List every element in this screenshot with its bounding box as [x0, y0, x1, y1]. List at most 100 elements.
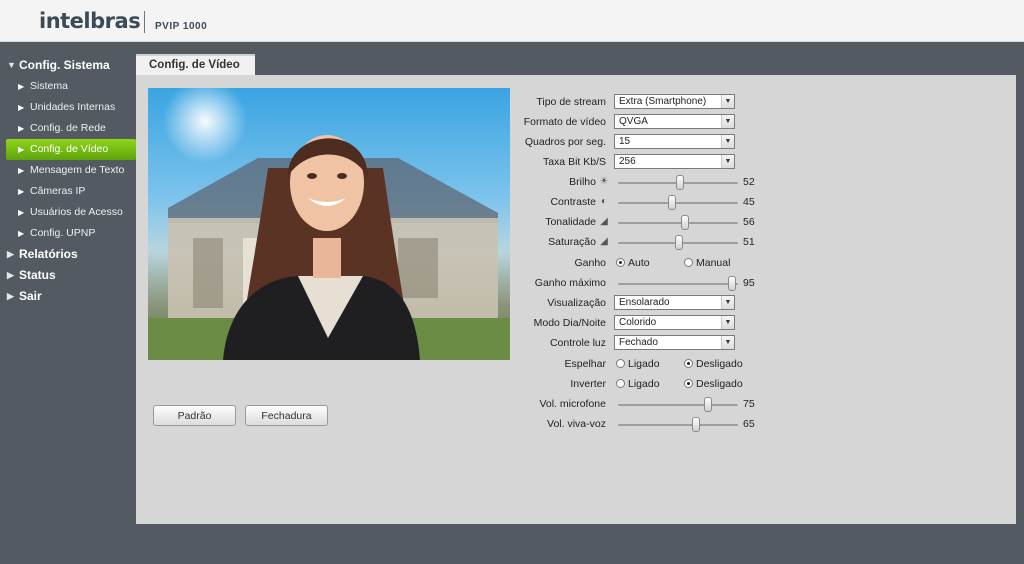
- sidebar-item-unidades-internas[interactable]: ▶ Unidades Internas: [0, 97, 136, 118]
- light-control-row: Controle luz Fechado ▼: [512, 335, 772, 353]
- sidebar-item-label: Mensagem de Texto: [30, 164, 125, 176]
- light-control-value: Fechado: [619, 337, 658, 348]
- model-name: PVIP 1000: [155, 21, 208, 32]
- sidebar-item-config-rede[interactable]: ▶ Config. de Rede: [0, 118, 136, 139]
- sidebar-item-label: Sistema: [30, 80, 68, 92]
- radio-empty-icon: [616, 359, 625, 368]
- bitrate-select[interactable]: 256 ▼: [614, 154, 735, 169]
- chevron-down-icon: ▼: [721, 316, 734, 329]
- brand-logo: intelbras: [39, 9, 141, 33]
- triangle-right-icon: ▶: [7, 270, 14, 280]
- sidebar-item-label: Config. UPNP: [30, 227, 96, 239]
- mic-volume-slider-thumb[interactable]: [704, 397, 712, 412]
- speaker-volume-row: Vol. viva-voz 65: [512, 416, 772, 434]
- sidebar-section-sair[interactable]: ▶ Sair: [0, 286, 136, 307]
- gain-manual-radio[interactable]: Manual: [684, 257, 730, 269]
- sidebar-item-cameras-ip[interactable]: ▶ Câmeras IP: [0, 181, 136, 202]
- max-gain-slider-thumb[interactable]: [728, 276, 736, 291]
- door-lock-button[interactable]: Fechadura: [245, 405, 328, 426]
- mic-volume-label: Vol. microfone: [539, 398, 606, 410]
- fps-select[interactable]: 15 ▼: [614, 134, 735, 149]
- speaker-volume-slider-thumb[interactable]: [692, 417, 700, 432]
- light-control-select[interactable]: Fechado ▼: [614, 335, 735, 350]
- contrast-value: 45: [743, 196, 755, 208]
- day-night-label: Modo Dia/Noite: [533, 317, 606, 329]
- sidebar-item-label: Config. de Vídeo: [30, 143, 109, 155]
- stream-type-row: Tipo de stream Extra (Smartphone) ▼: [512, 94, 772, 112]
- radio-selected-icon: [684, 359, 693, 368]
- gain-row: Ganho Auto Manual: [512, 255, 772, 273]
- invert-on-radio[interactable]: Ligado: [616, 378, 660, 390]
- camera-preview-drawing: [148, 88, 510, 360]
- invert-off-radio[interactable]: Desligado: [684, 378, 743, 390]
- chevron-down-icon: ▼: [721, 296, 734, 309]
- chevron-down-icon: ▼: [721, 336, 734, 349]
- sidebar-section-label: Sair: [19, 289, 42, 303]
- triangle-right-icon: ▶: [7, 291, 14, 301]
- gain-auto-radio[interactable]: Auto: [616, 257, 650, 269]
- brightness-slider-thumb[interactable]: [676, 175, 685, 190]
- brightness-value: 52: [743, 176, 755, 188]
- max-gain-row: Ganho máximo 95: [512, 275, 772, 293]
- camera-preview-image: [148, 88, 510, 360]
- triangle-right-icon: ▶: [18, 103, 25, 112]
- bitrate-value: 256: [619, 156, 636, 167]
- sidebar-item-sistema[interactable]: ▶ Sistema: [0, 76, 136, 97]
- fps-value: 15: [619, 136, 631, 147]
- mic-volume-value: 75: [743, 398, 755, 410]
- chevron-down-icon: ▼: [721, 95, 734, 108]
- contrast-slider-thumb[interactable]: [668, 195, 676, 210]
- sidebar-section-relatorios[interactable]: ▶ Relatórios: [0, 244, 136, 265]
- mirror-on-radio[interactable]: Ligado: [616, 358, 660, 370]
- sidebar-section-status[interactable]: ▶ Status: [0, 265, 136, 286]
- saturation-icon: ◢: [600, 236, 608, 247]
- invert-on-label: Ligado: [628, 378, 660, 390]
- gain-label: Ganho: [574, 257, 606, 269]
- view-row: Visualização Ensolarado ▼: [512, 295, 772, 313]
- max-gain-slider-track[interactable]: [618, 283, 738, 285]
- speaker-volume-label: Vol. viva-voz: [547, 418, 606, 430]
- sidebar-item-usuarios-acesso[interactable]: ▶ Usuários de Acesso: [0, 202, 136, 223]
- triangle-right-icon: ▶: [18, 229, 25, 238]
- hue-slider-track[interactable]: [618, 222, 738, 224]
- header-bar: intelbras PVIP 1000: [0, 0, 1024, 42]
- triangle-right-icon: ▶: [18, 145, 25, 154]
- hue-slider-thumb[interactable]: [681, 215, 690, 230]
- triangle-right-icon: ▶: [7, 249, 14, 259]
- stream-type-select[interactable]: Extra (Smartphone) ▼: [614, 94, 735, 109]
- sidebar-item-config-video[interactable]: ▶ Config. de Vídeo: [6, 139, 136, 160]
- mic-volume-row: Vol. microfone 75: [512, 396, 772, 414]
- day-night-select[interactable]: Colorido ▼: [614, 315, 735, 330]
- mirror-on-label: Ligado: [628, 358, 660, 370]
- view-select[interactable]: Ensolarado ▼: [614, 295, 735, 310]
- sidebar-section-label: Status: [19, 268, 56, 282]
- stream-type-value: Extra (Smartphone): [619, 96, 707, 107]
- mirror-off-radio[interactable]: Desligado: [684, 358, 743, 370]
- sidebar-item-config-upnp[interactable]: ▶ Config. UPNP: [0, 223, 136, 244]
- sidebar-item-label: Usuários de Acesso: [30, 206, 123, 218]
- sidebar-section-config[interactable]: ▼ Config. Sistema: [0, 55, 136, 76]
- sidebar-nav: ▼ Config. Sistema ▶ Sistema ▶ Unidades I…: [0, 55, 136, 307]
- sidebar-section-label: Config. Sistema: [19, 58, 110, 72]
- mic-volume-slider-track[interactable]: [618, 404, 738, 406]
- triangle-right-icon: ▶: [18, 166, 25, 175]
- view-value: Ensolarado: [619, 297, 670, 308]
- bitrate-label: Taxa Bit Kb/S: [542, 156, 606, 168]
- gain-auto-label: Auto: [628, 257, 650, 269]
- mirror-row: Espelhar Ligado Desligado: [512, 356, 772, 374]
- video-format-select[interactable]: QVGA ▼: [614, 114, 735, 129]
- brightness-label: Brilho: [569, 176, 596, 188]
- speaker-volume-slider-track[interactable]: [618, 424, 738, 426]
- hue-icon: ◢: [600, 216, 608, 227]
- tab-config-video[interactable]: Config. de Vídeo: [136, 54, 255, 75]
- triangle-right-icon: ▶: [18, 124, 25, 133]
- video-format-label: Formato de vídeo: [523, 116, 606, 128]
- contrast-row: Contraste ◐ 45: [512, 194, 772, 212]
- saturation-label: Saturação: [548, 236, 596, 248]
- sidebar-item-mensagem-texto[interactable]: ▶ Mensagem de Texto: [0, 160, 136, 181]
- max-gain-value: 95: [743, 277, 755, 289]
- saturation-slider-thumb[interactable]: [675, 235, 684, 250]
- stream-type-label: Tipo de stream: [536, 96, 606, 108]
- contrast-slider-track[interactable]: [618, 202, 738, 204]
- default-button[interactable]: Padrão: [153, 405, 236, 426]
